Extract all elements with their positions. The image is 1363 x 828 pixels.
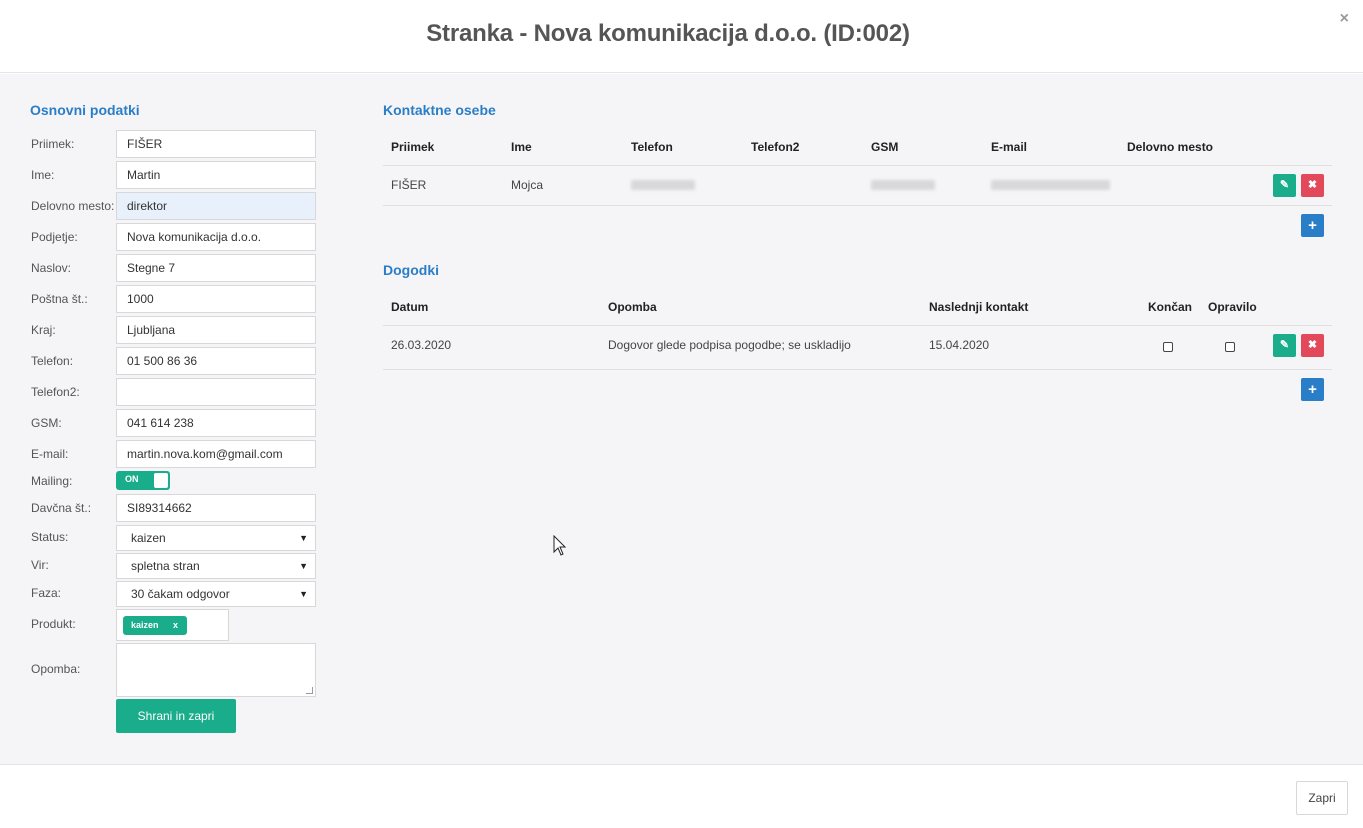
close-button[interactable]: Zapri	[1296, 781, 1348, 815]
phase-value: 30 čakam odgovor	[131, 587, 230, 601]
contacts-col-surname: Priimek	[391, 140, 435, 154]
times-icon: ✖	[1307, 179, 1318, 191]
label-phone: Telefon:	[31, 354, 74, 368]
event-date-cell: 26.03.2020	[391, 338, 452, 352]
label-gsm: GSM:	[31, 416, 62, 430]
delete-contact-button[interactable]: ✖	[1301, 174, 1324, 197]
modal-header: Stranka - Nova komunikacija d.o.o. (ID:0…	[0, 0, 1363, 73]
event-done-checkbox[interactable]	[1163, 342, 1173, 352]
label-tax: Davčna št.:	[31, 501, 92, 515]
phone2-field[interactable]	[116, 378, 316, 406]
toggle-knob	[154, 473, 168, 488]
source-select[interactable]: spletna stran ▼	[116, 553, 316, 579]
section-title-events: Dogodki	[383, 262, 439, 278]
section-title-contacts: Kontaktne osebe	[383, 102, 496, 118]
contact-name-cell: Mojca	[511, 178, 544, 192]
caret-down-icon: ▼	[299, 533, 308, 543]
phase-select[interactable]: 30 čakam odgovor ▼	[116, 581, 316, 607]
label-position: Delovno mesto:	[31, 199, 115, 213]
events-col-task: Opravilo	[1208, 300, 1257, 314]
times-icon: ✖	[1307, 339, 1318, 351]
label-name: Ime:	[31, 168, 55, 182]
event-next-contact-cell: 15.04.2020	[929, 338, 990, 352]
contact-gsm-redacted	[871, 180, 935, 190]
label-status: Status:	[31, 530, 69, 544]
edit-contact-button[interactable]: ✎	[1273, 174, 1296, 197]
caret-down-icon: ▼	[299, 589, 308, 599]
product-tag-label: kaizen	[131, 620, 159, 630]
mailing-toggle-state: ON	[125, 474, 139, 484]
pencil-icon: ✎	[1279, 179, 1290, 191]
label-postal: Poštna št.:	[31, 292, 88, 306]
page-title: Stranka - Nova komunikacija d.o.o. (ID:0…	[426, 20, 910, 47]
section-title-basic: Osnovni podatki	[30, 102, 140, 118]
position-field[interactable]: direktor	[116, 192, 316, 220]
contacts-col-phone: Telefon	[631, 140, 673, 154]
status-value: kaizen	[131, 531, 166, 545]
label-email: E-mail:	[31, 447, 69, 461]
label-city: Kraj:	[31, 323, 56, 337]
email-field[interactable]: martin.nova.kom@gmail.com	[116, 440, 316, 468]
label-mailing: Mailing:	[31, 474, 73, 488]
postal-field[interactable]: 1000	[116, 285, 316, 313]
save-button[interactable]: Shrani in zapri	[116, 699, 236, 733]
label-phone2: Telefon2:	[31, 385, 80, 399]
contact-email-redacted	[991, 180, 1110, 190]
mouse-cursor-icon	[553, 535, 567, 556]
label-note: Opomba:	[31, 662, 81, 676]
contact-surname-cell: FIŠER	[391, 178, 427, 192]
company-field[interactable]: Nova komunikacija d.o.o.	[116, 223, 316, 251]
label-surname: Priimek:	[31, 137, 75, 151]
mailing-toggle[interactable]: ON	[116, 471, 170, 490]
plus-icon: +	[1308, 381, 1317, 398]
phone-field[interactable]: 01 500 86 36	[116, 347, 316, 375]
contacts-col-phone2: Telefon2	[751, 140, 800, 154]
surname-field[interactable]: FIŠER	[116, 130, 316, 158]
contacts-col-email: E-mail	[991, 140, 1028, 154]
address-field[interactable]: Stegne 7	[116, 254, 316, 282]
table-divider	[383, 205, 1332, 206]
contact-phone-redacted	[631, 180, 695, 190]
edit-event-button[interactable]: ✎	[1273, 334, 1296, 357]
table-divider	[383, 369, 1332, 370]
event-note-cell: Dogovor glede podpisa pogodbe; se usklad…	[608, 338, 851, 352]
events-col-done: Končan	[1148, 300, 1193, 314]
tag-remove-icon[interactable]: x	[173, 616, 178, 635]
table-divider	[383, 165, 1332, 166]
pencil-icon: ✎	[1279, 339, 1290, 351]
status-select[interactable]: kaizen ▼	[116, 525, 316, 551]
modal-body: Osnovni podatki Priimek: FIŠER Ime: Mart…	[0, 74, 1363, 765]
product-tag: kaizen x	[123, 616, 187, 635]
product-tags-input[interactable]: kaizen x	[116, 609, 229, 641]
table-divider	[383, 325, 1332, 326]
name-field[interactable]: Martin	[116, 161, 316, 189]
close-icon[interactable]: ×	[1340, 10, 1349, 28]
gsm-field[interactable]: 041 614 238	[116, 409, 316, 437]
resize-handle-icon[interactable]	[306, 687, 313, 694]
events-col-next-contact: Naslednji kontakt	[929, 300, 1029, 314]
tax-field[interactable]: SI89314662	[116, 494, 316, 522]
label-address: Naslov:	[31, 261, 72, 275]
contacts-col-gsm: GSM	[871, 140, 899, 154]
label-source: Vir:	[31, 558, 49, 572]
add-event-button[interactable]: +	[1301, 378, 1324, 401]
plus-icon: +	[1308, 217, 1317, 234]
add-contact-button[interactable]: +	[1301, 214, 1324, 237]
label-phase: Faza:	[31, 586, 62, 600]
label-product: Produkt:	[31, 617, 76, 631]
events-col-note: Opomba	[608, 300, 657, 314]
city-field[interactable]: Ljubljana	[116, 316, 316, 344]
events-col-date: Datum	[391, 300, 429, 314]
contacts-col-name: Ime	[511, 140, 532, 154]
delete-event-button[interactable]: ✖	[1301, 334, 1324, 357]
event-task-checkbox[interactable]	[1225, 342, 1235, 352]
caret-down-icon: ▼	[299, 561, 308, 571]
note-textarea[interactable]	[116, 643, 316, 697]
source-value: spletna stran	[131, 559, 200, 573]
contacts-col-position: Delovno mesto	[1127, 140, 1214, 154]
label-company: Podjetje:	[31, 230, 78, 244]
